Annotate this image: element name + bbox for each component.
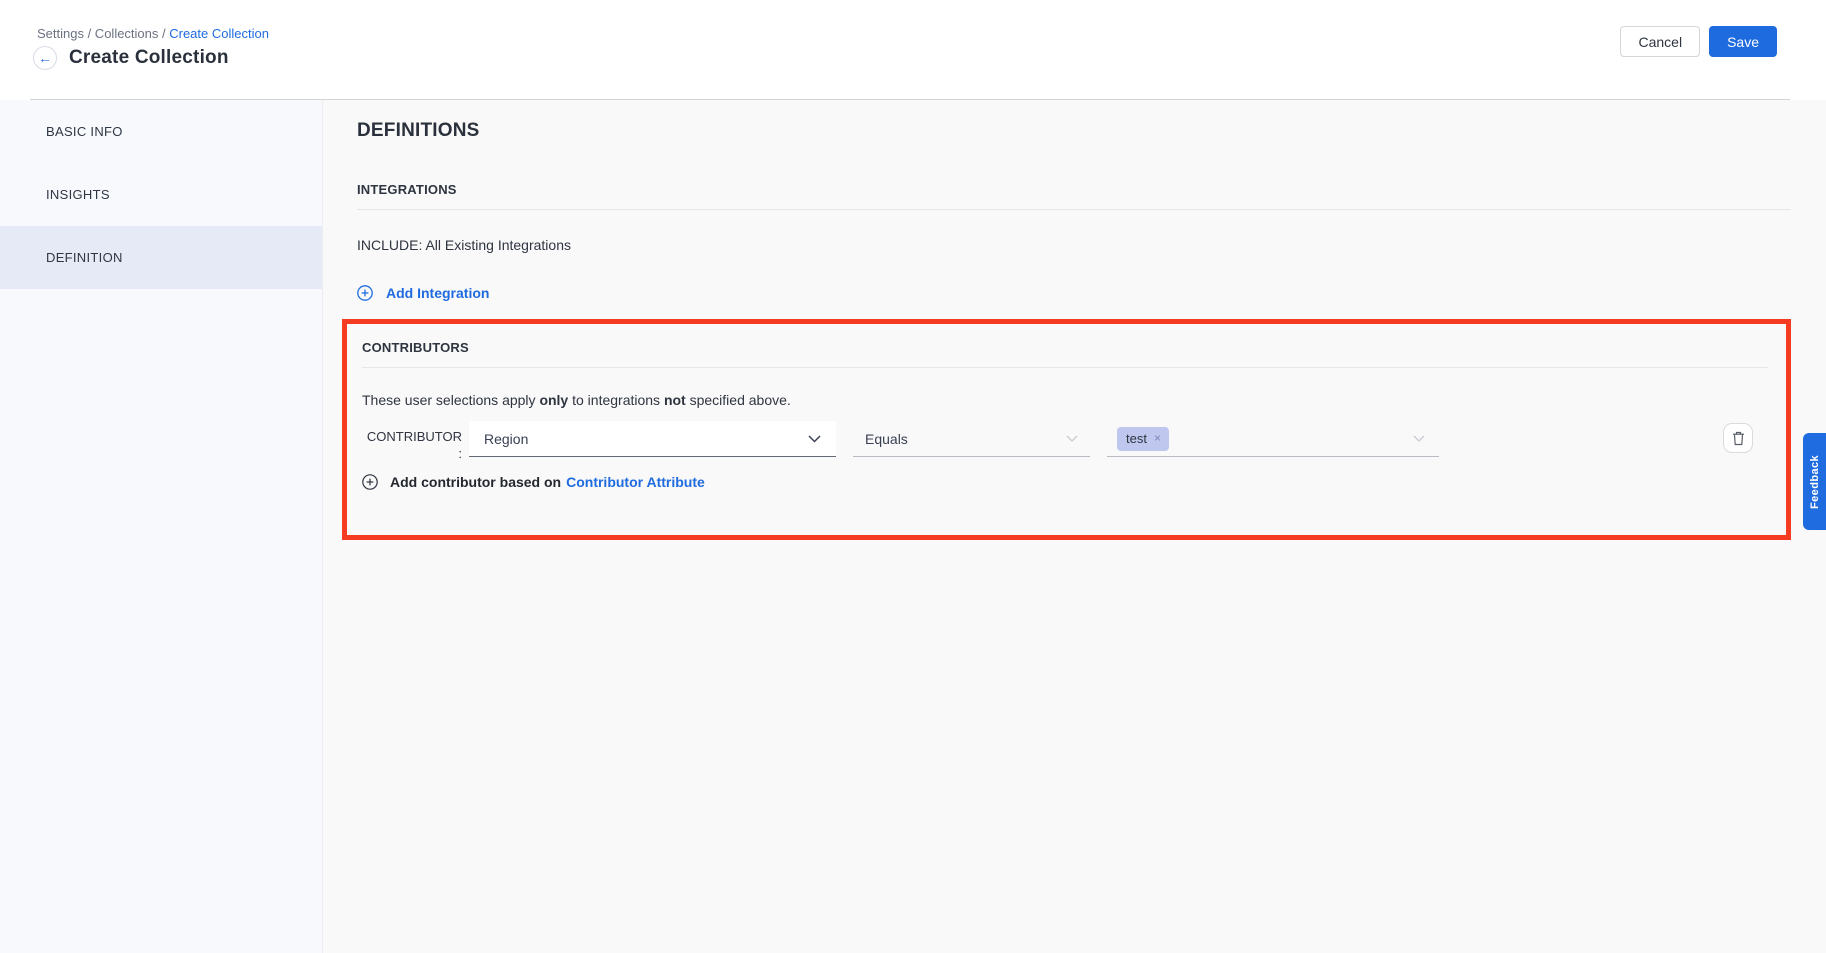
add-contributor-prefix: Add contributor based on bbox=[390, 474, 561, 490]
sidebar-item-definition[interactable]: DEFINITION bbox=[0, 226, 322, 289]
chip-remove-icon[interactable]: × bbox=[1154, 431, 1161, 445]
chevron-down-icon bbox=[1413, 435, 1425, 442]
values-multiselect[interactable]: test × bbox=[1107, 421, 1439, 457]
plus-circle-icon bbox=[362, 474, 378, 490]
sidebar-item-insights[interactable]: INSIGHTS bbox=[0, 163, 322, 226]
integrations-section-title: INTEGRATIONS bbox=[357, 182, 1791, 210]
page-header: Settings / Collections / Create Collecti… bbox=[0, 0, 1826, 100]
back-button[interactable]: ← bbox=[33, 46, 57, 70]
trash-icon bbox=[1732, 431, 1745, 446]
contributor-rule-row: CONTRIBUTOR : Region Equals test bbox=[362, 421, 1786, 462]
contributors-note: These user selections apply only to inte… bbox=[362, 392, 1786, 408]
chevron-down-icon bbox=[808, 435, 821, 443]
breadcrumb-current: Create Collection bbox=[169, 26, 269, 41]
operator-select[interactable]: Equals bbox=[853, 421, 1090, 457]
left-arrow-icon: ← bbox=[38, 51, 52, 65]
title-row: ← Create Collection bbox=[33, 46, 229, 70]
cancel-button[interactable]: Cancel bbox=[1620, 26, 1700, 57]
definitions-heading: DEFINITIONS bbox=[357, 120, 1791, 142]
save-button[interactable]: Save bbox=[1709, 26, 1777, 57]
header-actions: Cancel Save bbox=[1620, 26, 1777, 57]
add-integration-link[interactable]: Add Integration bbox=[357, 285, 489, 301]
contributor-label: CONTRIBUTOR : bbox=[362, 428, 462, 462]
body: BASIC INFO INSIGHTS DEFINITION DEFINITIO… bbox=[0, 100, 1826, 953]
include-text: INCLUDE: All Existing Integrations bbox=[357, 237, 1791, 253]
attribute-select-value: Region bbox=[484, 431, 528, 447]
breadcrumb: Settings / Collections / Create Collecti… bbox=[37, 26, 269, 41]
add-integration-label: Add Integration bbox=[386, 285, 489, 301]
annotation-highlight-box: CONTRIBUTORS These user selections apply… bbox=[342, 319, 1791, 540]
sidebar-item-basic-info[interactable]: BASIC INFO bbox=[0, 100, 322, 163]
plus-circle-icon bbox=[357, 285, 373, 301]
chevron-down-icon bbox=[1066, 435, 1078, 442]
contributor-attribute-link[interactable]: Contributor Attribute bbox=[566, 474, 705, 490]
main-content: DEFINITIONS INTEGRATIONS INCLUDE: All Ex… bbox=[323, 100, 1826, 953]
breadcrumb-path[interactable]: Settings / Collections / bbox=[37, 26, 169, 41]
delete-rule-button[interactable] bbox=[1723, 423, 1753, 453]
sidebar: BASIC INFO INSIGHTS DEFINITION bbox=[0, 100, 323, 953]
chip-label: test bbox=[1126, 431, 1147, 446]
contributors-section-title: CONTRIBUTORS bbox=[362, 340, 1768, 368]
selected-value-chip: test × bbox=[1117, 427, 1169, 451]
feedback-tab-label: Feedback bbox=[1809, 455, 1821, 509]
attribute-select[interactable]: Region bbox=[469, 421, 836, 457]
add-contributor-link-row: Add contributor based on Contributor Att… bbox=[362, 474, 705, 490]
operator-select-value: Equals bbox=[865, 431, 908, 447]
page-title: Create Collection bbox=[69, 47, 229, 69]
feedback-tab[interactable]: Feedback bbox=[1803, 433, 1826, 530]
